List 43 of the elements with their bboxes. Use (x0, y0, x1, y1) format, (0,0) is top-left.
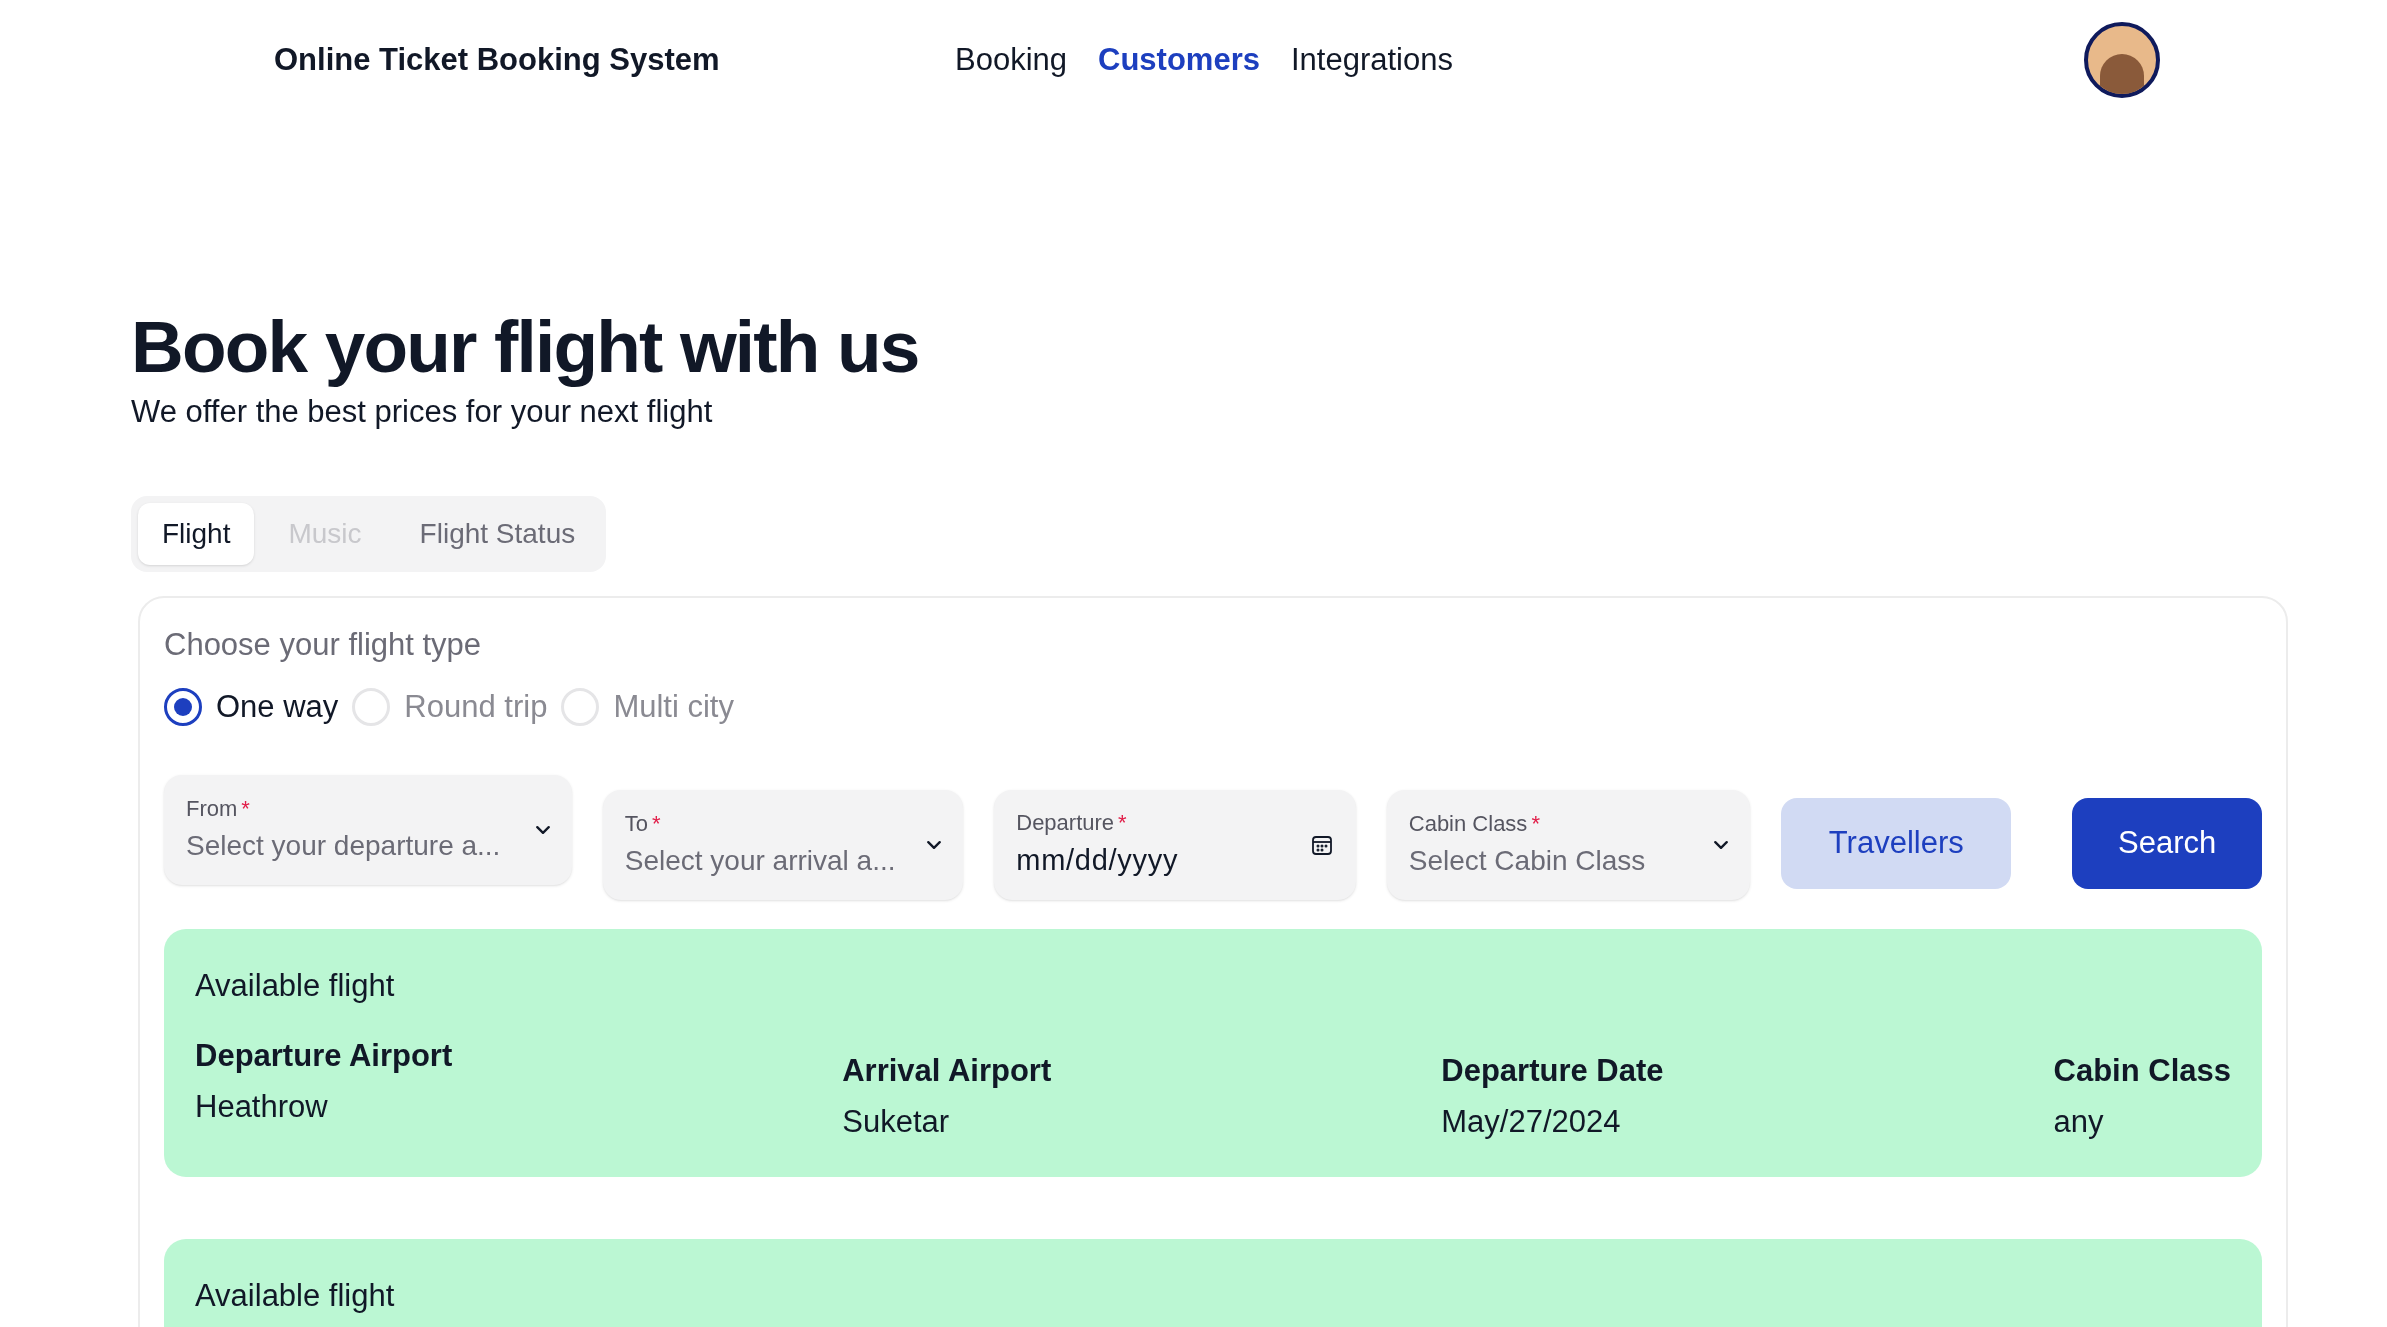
result-label: Arrival Airport (842, 1052, 1052, 1090)
tab[interactable]: Flight Status (395, 502, 600, 565)
page-subtitle: We offer the best prices for your next flight (131, 393, 714, 431)
required-mark: * (1531, 810, 1540, 838)
result-label: Departure Date (1441, 1052, 1664, 1090)
field-placeholder: Select Cabin Class (1408, 844, 1646, 878)
flight-type-label: Choose your flight type (164, 625, 483, 664)
radio-label: Multi city (613, 688, 734, 726)
app-title: Online Ticket Booking System (274, 40, 721, 79)
travellers-button[interactable]: Travellers (1781, 797, 2012, 889)
chevron-down-icon (535, 825, 550, 834)
field-placeholder: Select your arrival a... (624, 844, 896, 878)
select-field[interactable]: From * Select your departure a... (164, 774, 572, 885)
radio-label: One way (216, 688, 339, 726)
required-mark: * (241, 795, 250, 823)
chevron-down-icon (1714, 840, 1729, 849)
radio-button[interactable] (164, 688, 202, 727)
nav-link[interactable]: Booking (955, 36, 1068, 84)
select-field[interactable]: To * Select your arrival a... (602, 789, 964, 900)
result-title: Available flight (195, 966, 396, 1005)
result-value: Suketar (842, 1102, 951, 1141)
result-label: Departure Airport (195, 1037, 453, 1075)
field-label: From (186, 795, 238, 823)
search-button[interactable]: Search (2072, 797, 2262, 889)
result-label: Cabin Class (2053, 1052, 2231, 1090)
required-mark: * (1118, 809, 1127, 838)
nav-link[interactable]: Integrations (1290, 36, 1453, 84)
nav-link[interactable]: Customers (1098, 36, 1260, 84)
tab[interactable]: Flight (138, 502, 255, 565)
field-label: Departure (1016, 809, 1115, 838)
field-value: mm/dd/yyyy (1016, 843, 1179, 879)
chevron-down-icon (927, 840, 942, 849)
date-field[interactable]: Departure * mm/dd/yyyy (994, 789, 1356, 900)
result-value: May/27/2024 (1441, 1102, 1622, 1141)
field-label: To (624, 810, 648, 838)
required-mark: * (651, 810, 661, 838)
field-placeholder: Select your departure a... (186, 829, 501, 863)
result-value: Heathrow (195, 1087, 329, 1126)
radio-label: Round trip (404, 688, 548, 726)
field-label: Cabin Class (1408, 810, 1528, 838)
result-title: Available flight (195, 1277, 396, 1315)
select-field[interactable]: Cabin Class * Select Cabin Class (1386, 789, 1751, 900)
result-value: any (2053, 1102, 2104, 1141)
